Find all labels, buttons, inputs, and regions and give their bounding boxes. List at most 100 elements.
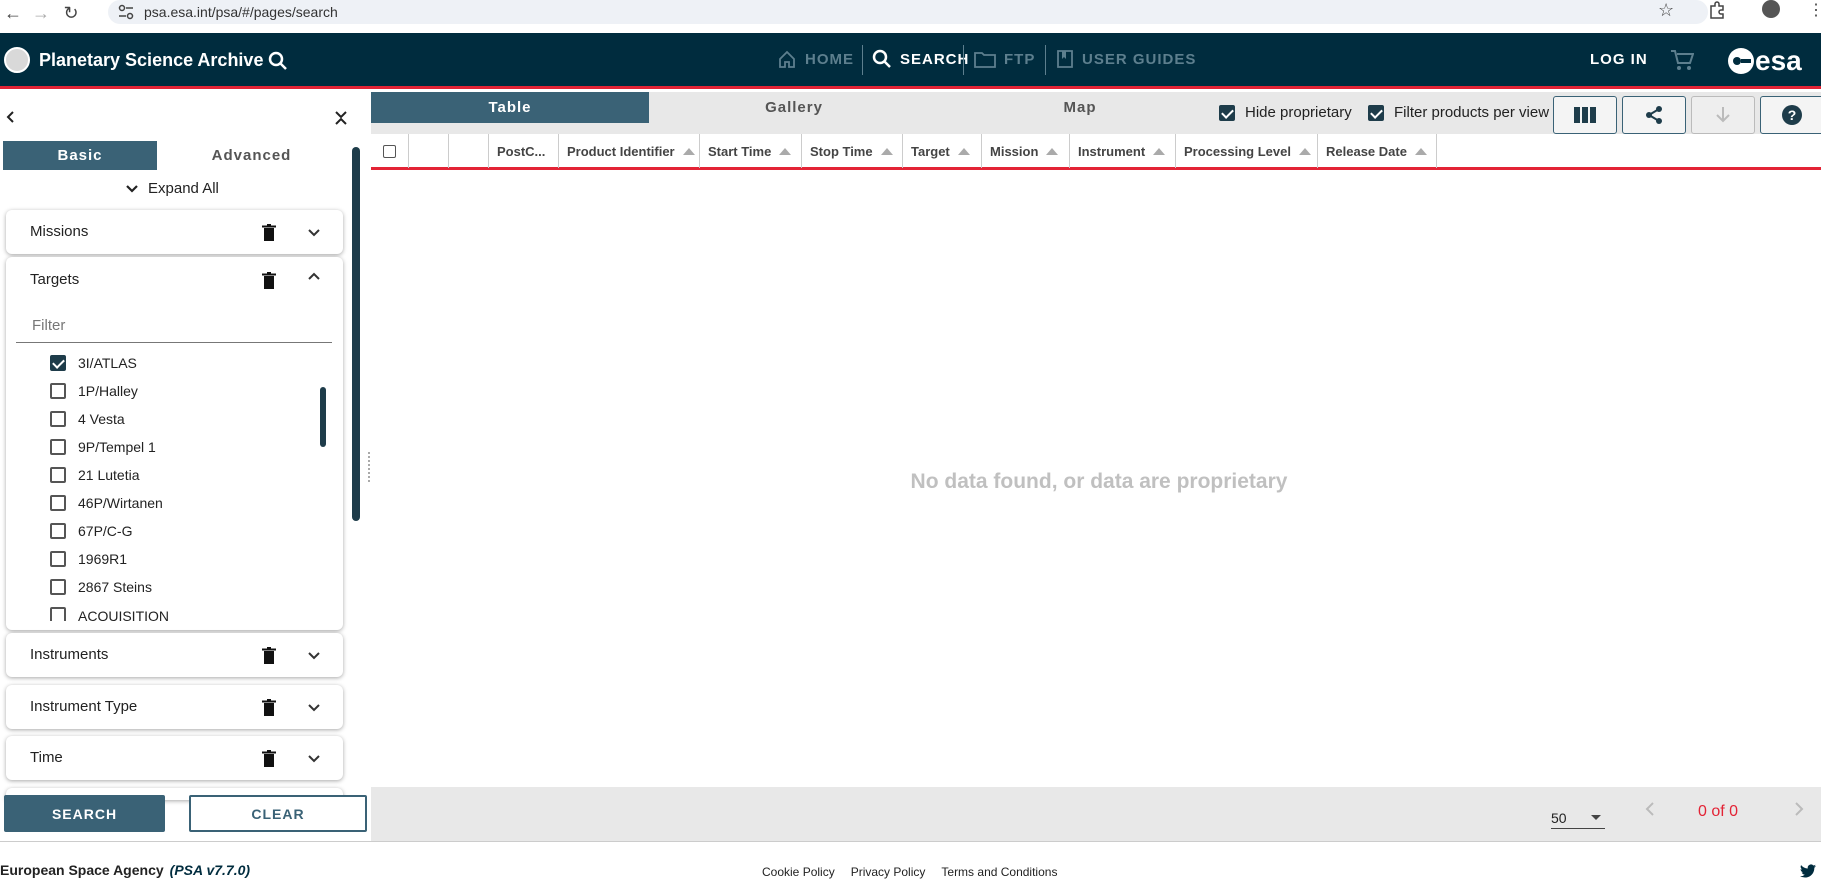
trash-icon[interactable] [262, 699, 276, 717]
sort-arrow-icon[interactable] [1153, 147, 1166, 155]
extensions-icon[interactable] [1708, 1, 1726, 19]
sort-arrow-icon[interactable] [957, 147, 970, 155]
column-header-start-time[interactable]: Start Time [700, 134, 802, 168]
sidebar-scrollbar[interactable] [352, 147, 360, 521]
targets-panel-title[interactable]: Targets [30, 271, 79, 288]
column-header-stop-time[interactable]: Stop Time [802, 134, 903, 168]
tab-map[interactable]: Map [939, 92, 1221, 123]
tab-gallery[interactable]: Gallery [649, 92, 939, 123]
column-header-target[interactable]: Target [903, 134, 982, 168]
chevron-down-icon[interactable] [308, 229, 320, 237]
instrument-type-panel[interactable]: Instrument Type [6, 685, 343, 729]
forward-icon[interactable]: → [28, 0, 54, 26]
target-checkbox[interactable] [50, 439, 66, 455]
nav-user-guides[interactable]: USER GUIDES [1056, 33, 1196, 85]
column-header-mission[interactable]: Mission [982, 134, 1070, 168]
cookie-policy-link[interactable]: Cookie Policy [762, 865, 835, 879]
instruments-panel[interactable]: Instruments [6, 633, 343, 677]
clear-button[interactable]: CLEAR [189, 795, 367, 832]
target-item[interactable]: 4 Vesta [50, 409, 125, 429]
column-header-postcard[interactable]: PostC... [489, 134, 559, 168]
filter-per-view-toggle[interactable]: Filter products per view [1368, 104, 1549, 121]
reload-icon[interactable]: ↻ [58, 0, 84, 26]
expand-all-button[interactable]: Expand All [126, 180, 219, 197]
chevron-down-icon[interactable] [308, 755, 320, 763]
page-size-select[interactable]: 50 [1551, 807, 1605, 829]
target-checkbox[interactable] [50, 355, 66, 371]
tab-advanced[interactable]: Advanced [160, 141, 343, 170]
search-icon[interactable] [268, 51, 288, 71]
target-item[interactable]: 46P/Wirtanen [50, 493, 163, 513]
target-item[interactable]: 3I/ATLAS [50, 353, 137, 373]
previous-page-icon[interactable] [1644, 801, 1656, 817]
missions-panel[interactable]: Missions [6, 210, 343, 254]
resize-handle[interactable] [368, 452, 370, 482]
twitter-icon[interactable] [1800, 864, 1816, 878]
cart-icon[interactable] [1670, 49, 1694, 71]
sort-arrow-icon[interactable] [682, 147, 695, 155]
login-link[interactable]: LOG IN [1590, 51, 1648, 68]
filter-per-view-checkbox[interactable] [1368, 104, 1384, 121]
nav-home[interactable]: HOME [777, 33, 854, 85]
target-checkbox[interactable] [50, 383, 66, 399]
target-item[interactable]: 1969R1 [50, 549, 127, 569]
column-header-processing-level[interactable]: Processing Level [1176, 134, 1318, 168]
trash-icon[interactable] [262, 272, 276, 290]
psa-logo[interactable] [4, 47, 30, 73]
target-item[interactable]: 67P/C-G [50, 521, 132, 541]
tab-basic[interactable]: Basic [3, 141, 157, 170]
search-button[interactable]: SEARCH [4, 795, 165, 832]
column-header-release-date[interactable]: Release Date [1318, 134, 1437, 168]
columns-button[interactable] [1553, 96, 1617, 134]
privacy-policy-link[interactable]: Privacy Policy [851, 865, 926, 879]
chevron-down-icon[interactable] [308, 704, 320, 712]
collapse-sidebar-icon[interactable] [4, 110, 18, 124]
target-checkbox[interactable] [50, 607, 66, 621]
terms-link[interactable]: Terms and Conditions [941, 865, 1057, 879]
sort-arrow-icon[interactable] [779, 147, 792, 155]
share-button[interactable] [1622, 96, 1686, 134]
time-panel[interactable]: Time [6, 736, 343, 780]
trash-icon[interactable] [262, 750, 276, 768]
sort-arrow-icon[interactable] [1298, 147, 1311, 155]
hide-proprietary-checkbox[interactable] [1219, 104, 1235, 121]
site-settings-icon[interactable] [118, 4, 134, 20]
esa-logo[interactable]: esa [1727, 45, 1802, 77]
chevron-up-icon[interactable] [308, 272, 320, 280]
nav-ftp[interactable]: FTP [974, 33, 1035, 85]
targets-filter-input[interactable]: Filter [16, 309, 332, 343]
help-button[interactable]: ? [1760, 96, 1821, 134]
nav-search[interactable]: SEARCH [872, 33, 969, 85]
target-checkbox[interactable] [50, 551, 66, 567]
target-checkbox[interactable] [50, 523, 66, 539]
target-checkbox[interactable] [50, 579, 66, 595]
select-all-checkbox[interactable] [383, 144, 396, 158]
sort-arrow-icon[interactable] [1046, 147, 1059, 155]
collapse-all-icon[interactable] [334, 110, 348, 126]
target-checkbox[interactable] [50, 495, 66, 511]
target-item[interactable]: 2867 Steins [50, 577, 152, 597]
target-checkbox[interactable] [50, 467, 66, 483]
address-bar[interactable]: psa.esa.int/psa/#/pages/search [108, 0, 1708, 24]
trash-icon[interactable] [262, 647, 276, 665]
target-item[interactable]: 9P/Tempel 1 [50, 437, 156, 457]
hide-proprietary-toggle[interactable]: Hide proprietary [1219, 104, 1352, 121]
target-item[interactable]: 1P/Halley [50, 381, 138, 401]
browser-menu-icon[interactable]: ⋮ [1808, 0, 1821, 20]
sort-arrow-icon[interactable] [880, 147, 893, 155]
target-item[interactable]: ACQUISITION [50, 605, 169, 621]
target-item[interactable]: 21 Lutetia [50, 465, 140, 485]
column-header-instrument[interactable]: Instrument [1070, 134, 1176, 168]
site-title[interactable]: Planetary Science Archive [39, 50, 263, 71]
tab-table[interactable]: Table [371, 92, 649, 123]
column-header-product-identifier[interactable]: Product Identifier [559, 134, 700, 168]
targets-list-scrollbar[interactable] [320, 387, 326, 447]
back-icon[interactable]: ← [0, 0, 26, 26]
next-page-icon[interactable] [1793, 801, 1805, 817]
target-checkbox[interactable] [50, 411, 66, 427]
profile-avatar[interactable] [1762, 0, 1780, 18]
chevron-down-icon[interactable] [308, 652, 320, 660]
bookmark-star-icon[interactable]: ☆ [1658, 0, 1674, 21]
download-button[interactable] [1691, 96, 1755, 134]
sort-arrow-icon[interactable] [1414, 147, 1427, 155]
